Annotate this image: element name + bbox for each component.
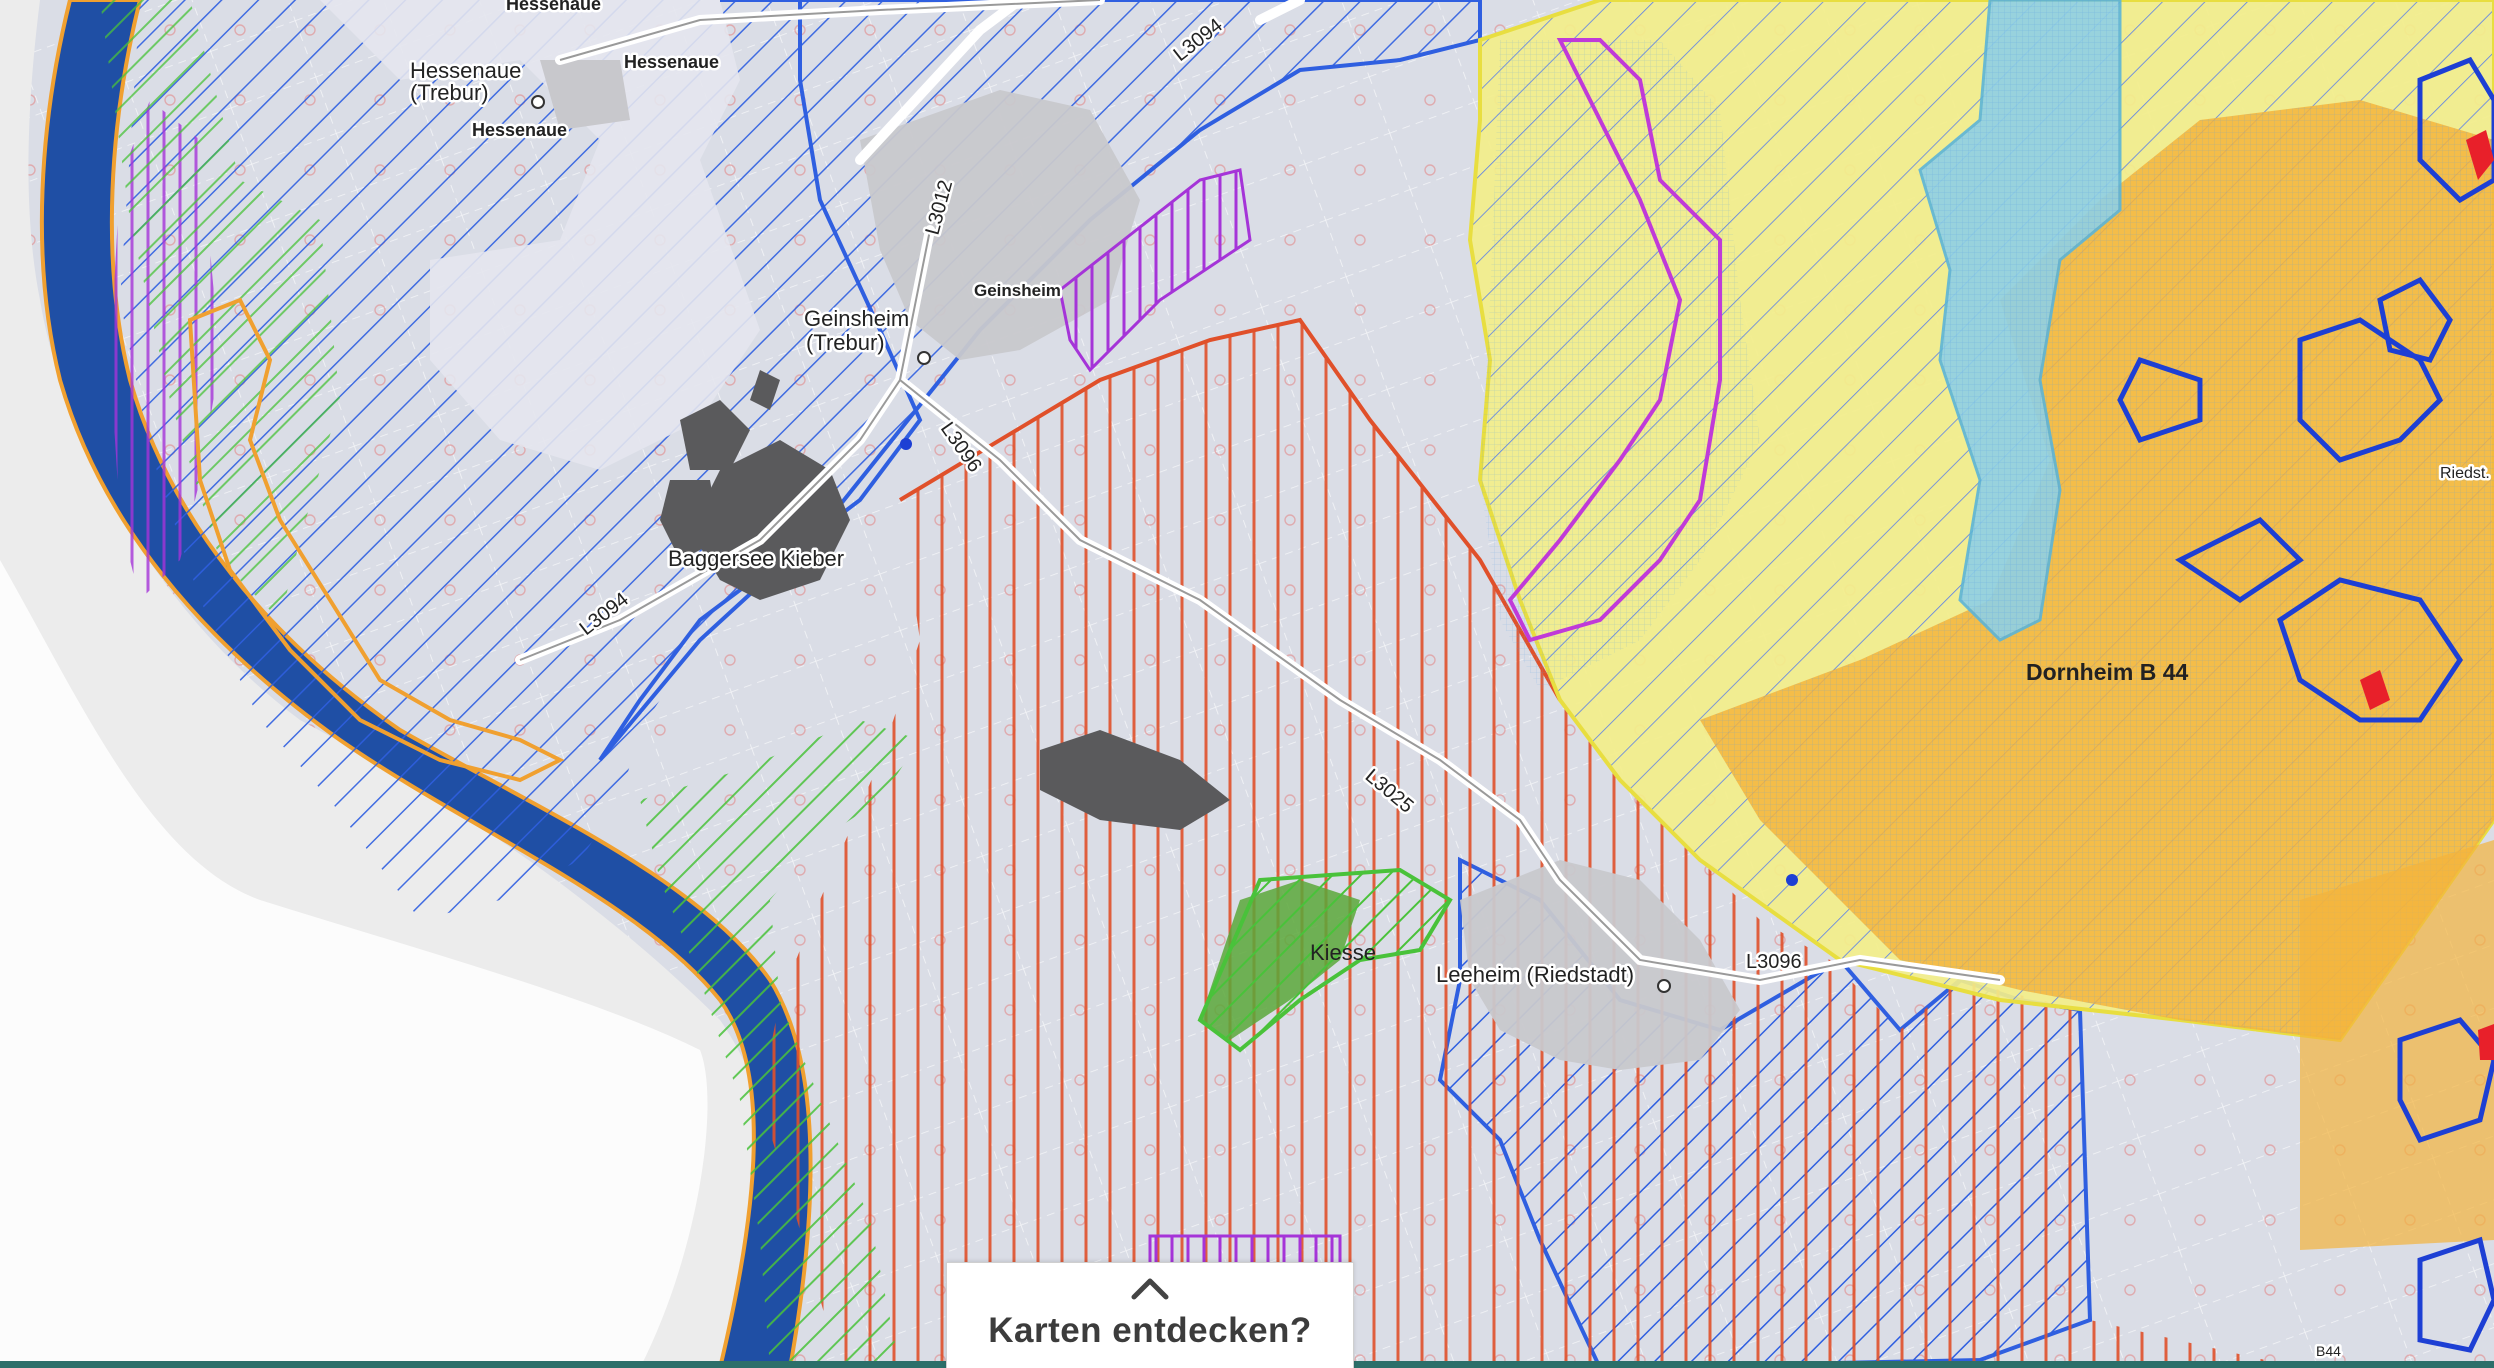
label-hessenaue-mid: Hessenaue: [624, 52, 719, 72]
label-riedstadt-fragment: Riedst.: [2440, 465, 2490, 482]
map-view[interactable]: Hessenaue Hessenaue (Trebur) Hessenaue H…: [0, 0, 2494, 1368]
label-geinsheim-trebur-1: Geinsheim: [804, 306, 909, 331]
label-hessenaue-top: Hessenaue: [506, 0, 601, 14]
discover-maps-label: Karten entdecken?: [988, 1311, 1312, 1350]
zone-orange-area-south: [2300, 840, 2494, 1250]
label-road-b44: B44: [2316, 1343, 2341, 1359]
label-road-l3096-b: L3096: [1746, 951, 1802, 973]
label-baggersee: Baggersee Kieber: [668, 546, 844, 571]
map-marker: [1786, 874, 1798, 886]
label-hessenaue-small: Hessenaue: [472, 120, 567, 140]
map-marker: [900, 438, 912, 450]
label-geinsheim-trebur-2: (Trebur): [806, 330, 885, 355]
label-geinsheim: Geinsheim: [974, 281, 1061, 300]
map-marker: [531, 95, 545, 109]
label-hessenaue-trebur-2: (Trebur): [410, 80, 489, 105]
discover-maps-button[interactable]: Karten entdecken?: [946, 1262, 1354, 1368]
label-dornheim: Dornheim B 44: [2026, 659, 2189, 685]
chevron-up-icon: [1131, 1278, 1169, 1300]
map-marker: [917, 351, 931, 365]
label-leeheim: Leeheim (Riedstadt): [1436, 962, 1634, 987]
map-marker: [1657, 979, 1671, 993]
label-kiessee: Kiesse: [1310, 940, 1376, 965]
